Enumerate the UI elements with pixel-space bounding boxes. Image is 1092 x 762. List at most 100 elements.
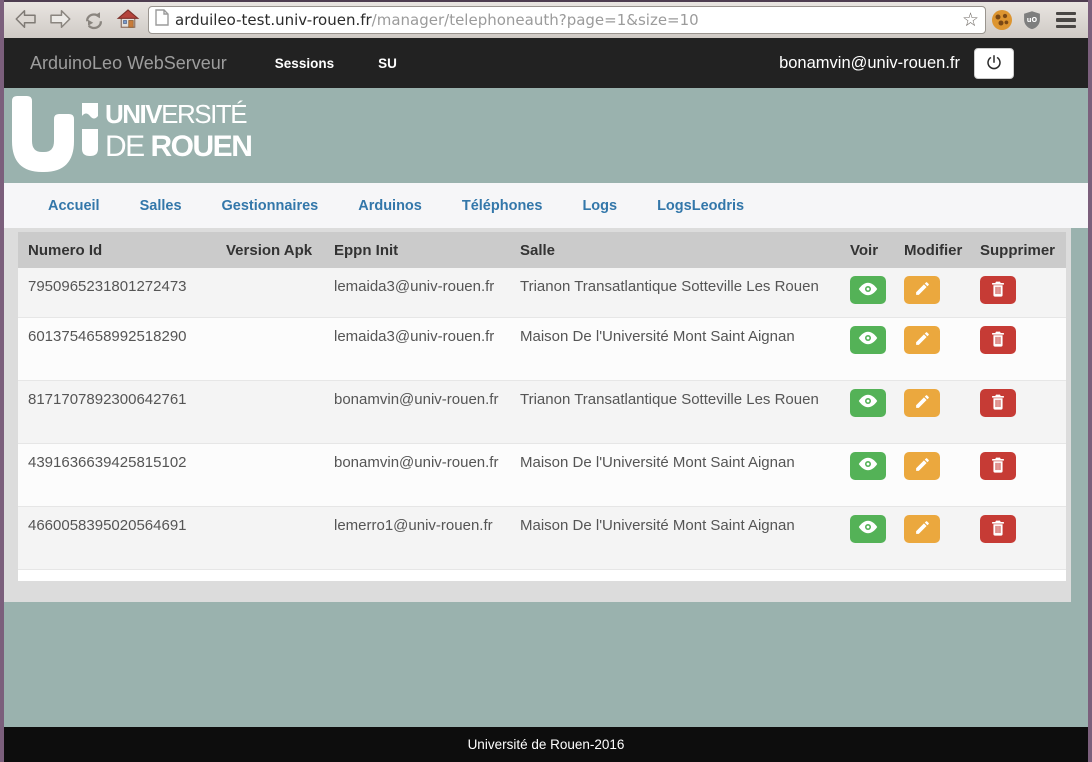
eye-icon (858, 281, 878, 300)
delete-button[interactable] (980, 515, 1016, 543)
university-logo: UNIVERSITÉ DE ROUEN (12, 96, 252, 176)
eye-icon (858, 519, 878, 538)
eye-icon (858, 330, 878, 349)
cell-numero-id: 4391636639425815102 (18, 443, 216, 506)
table-row: 6013754658992518290 lemaida3@univ-rouen.… (18, 317, 1066, 380)
cell-eppn-init: bonamvin@univ-rouen.fr (324, 443, 510, 506)
cell-salle: Maison De l'Université Mont Saint Aignan (510, 443, 840, 506)
trash-icon (990, 519, 1006, 539)
table-row: 7950965231801272473 lemaida3@univ-rouen.… (18, 268, 1066, 317)
header-voir: Voir (840, 232, 894, 268)
page-icon (155, 9, 169, 31)
logout-button[interactable] (974, 48, 1014, 79)
nav-link-sessions[interactable]: Sessions (275, 56, 334, 71)
page-footer: Université de Rouen-2016 (4, 727, 1088, 762)
ublock-shield-icon[interactable]: uO (1018, 6, 1046, 34)
cell-eppn-init: lemerro1@univ-rouen.fr (324, 506, 510, 569)
cell-version-apk (216, 317, 324, 380)
cell-salle: Trianon Transatlantique Sotteville Les R… (510, 268, 840, 317)
header-salle: Salle (510, 232, 840, 268)
cell-eppn-init: lemaida3@univ-rouen.fr (324, 317, 510, 380)
logo-text-ersite: ERSITÉ (161, 99, 247, 129)
back-icon (14, 8, 38, 33)
cell-eppn-init: lemaida3@univ-rouen.fr (324, 268, 510, 317)
star-icon[interactable]: ☆ (962, 11, 979, 30)
svg-text:DE ROUEN: DE ROUEN (105, 130, 251, 163)
tab-accueil[interactable]: Accueil (28, 198, 120, 214)
pencil-icon (914, 280, 931, 300)
empty-row (18, 569, 1066, 581)
svg-text:uO: uO (1027, 16, 1038, 24)
reload-button[interactable] (80, 6, 108, 34)
tab-gestionnaires[interactable]: Gestionnaires (202, 198, 339, 214)
cell-version-apk (216, 380, 324, 443)
logo-text-univ: UNIV (105, 99, 163, 129)
back-button[interactable] (12, 6, 40, 34)
cell-numero-id: 4660058395020564691 (18, 506, 216, 569)
cell-numero-id: 6013754658992518290 (18, 317, 216, 380)
pencil-icon (914, 330, 931, 350)
svg-text:UNIVERSITÉ: UNIVERSITÉ (105, 99, 247, 129)
header-modifier: Modifier (894, 232, 970, 268)
cell-eppn-init: bonamvin@univ-rouen.fr (324, 380, 510, 443)
trash-icon (990, 456, 1006, 476)
edit-button[interactable] (904, 326, 940, 354)
trash-icon (990, 393, 1006, 413)
tab-arduinos[interactable]: Arduinos (338, 198, 442, 214)
logo-text-de: DE (105, 130, 151, 163)
table-row: 4391636639425815102 bonamvin@univ-rouen.… (18, 443, 1066, 506)
table-row: 4660058395020564691 lemerro1@univ-rouen.… (18, 506, 1066, 569)
delete-button[interactable] (980, 452, 1016, 480)
home-button[interactable] (114, 6, 142, 34)
cell-salle: Maison De l'Université Mont Saint Aignan (510, 317, 840, 380)
page-content: Numero Id Version Apk Eppn Init Salle Vo… (4, 228, 1088, 727)
tab-logsleodris[interactable]: LogsLeodris (637, 198, 764, 214)
delete-button[interactable] (980, 326, 1016, 354)
tab-salles[interactable]: Salles (120, 198, 202, 214)
trash-icon (990, 330, 1006, 350)
cell-numero-id: 7950965231801272473 (18, 268, 216, 317)
table-header: Numero Id Version Apk Eppn Init Salle Vo… (18, 232, 1066, 268)
cell-version-apk (216, 506, 324, 569)
cell-version-apk (216, 268, 324, 317)
pencil-icon (914, 519, 931, 539)
brand-link[interactable]: ArduinoLeo WebServeur (30, 53, 227, 74)
menu-icon[interactable] (1052, 8, 1080, 33)
eye-icon (858, 393, 878, 412)
edit-button[interactable] (904, 389, 940, 417)
address-bar[interactable]: arduileo-test.univ-rouen.fr/manager/tele… (148, 6, 986, 34)
home-icon (116, 8, 140, 33)
edit-button[interactable] (904, 452, 940, 480)
app-navbar: ArduinoLeo WebServeur Sessions SU bonamv… (4, 38, 1088, 88)
telephones-table: Numero Id Version Apk Eppn Init Salle Vo… (18, 232, 1066, 581)
browser-toolbar: arduileo-test.univ-rouen.fr/manager/tele… (4, 0, 1088, 38)
forward-button[interactable] (46, 6, 74, 34)
delete-button[interactable] (980, 389, 1016, 417)
delete-button[interactable] (980, 276, 1016, 304)
view-button[interactable] (850, 326, 886, 354)
logo-u-shape (12, 96, 74, 172)
eye-icon (858, 456, 878, 475)
view-button[interactable] (850, 276, 886, 304)
header-supprimer: Supprimer (970, 232, 1066, 268)
nav-tabs: Accueil Salles Gestionnaires Arduinos Té… (4, 183, 1088, 228)
header-version-apk: Version Apk (216, 232, 324, 268)
view-button[interactable] (850, 515, 886, 543)
logo-text-rouen: ROUEN (151, 130, 252, 163)
table-body: 7950965231801272473 lemaida3@univ-rouen.… (18, 268, 1066, 569)
url-host: arduileo-test.univ-rouen.fr (175, 11, 372, 29)
university-banner: UNIVERSITÉ DE ROUEN (4, 88, 1088, 183)
edit-button[interactable] (904, 276, 940, 304)
view-button[interactable] (850, 389, 886, 417)
view-button[interactable] (850, 452, 886, 480)
pencil-icon (914, 393, 931, 413)
tab-telephones[interactable]: Téléphones (442, 198, 563, 214)
nav-link-su[interactable]: SU (378, 56, 397, 71)
trash-icon (990, 280, 1006, 300)
header-numero-id: Numero Id (18, 232, 216, 268)
url-path: /manager/telephoneauth?page=1&size=10 (372, 11, 699, 29)
edit-button[interactable] (904, 515, 940, 543)
table-panel: Numero Id Version Apk Eppn Init Salle Vo… (4, 228, 1071, 602)
cookie-icon[interactable] (992, 10, 1012, 30)
tab-logs[interactable]: Logs (562, 198, 637, 214)
